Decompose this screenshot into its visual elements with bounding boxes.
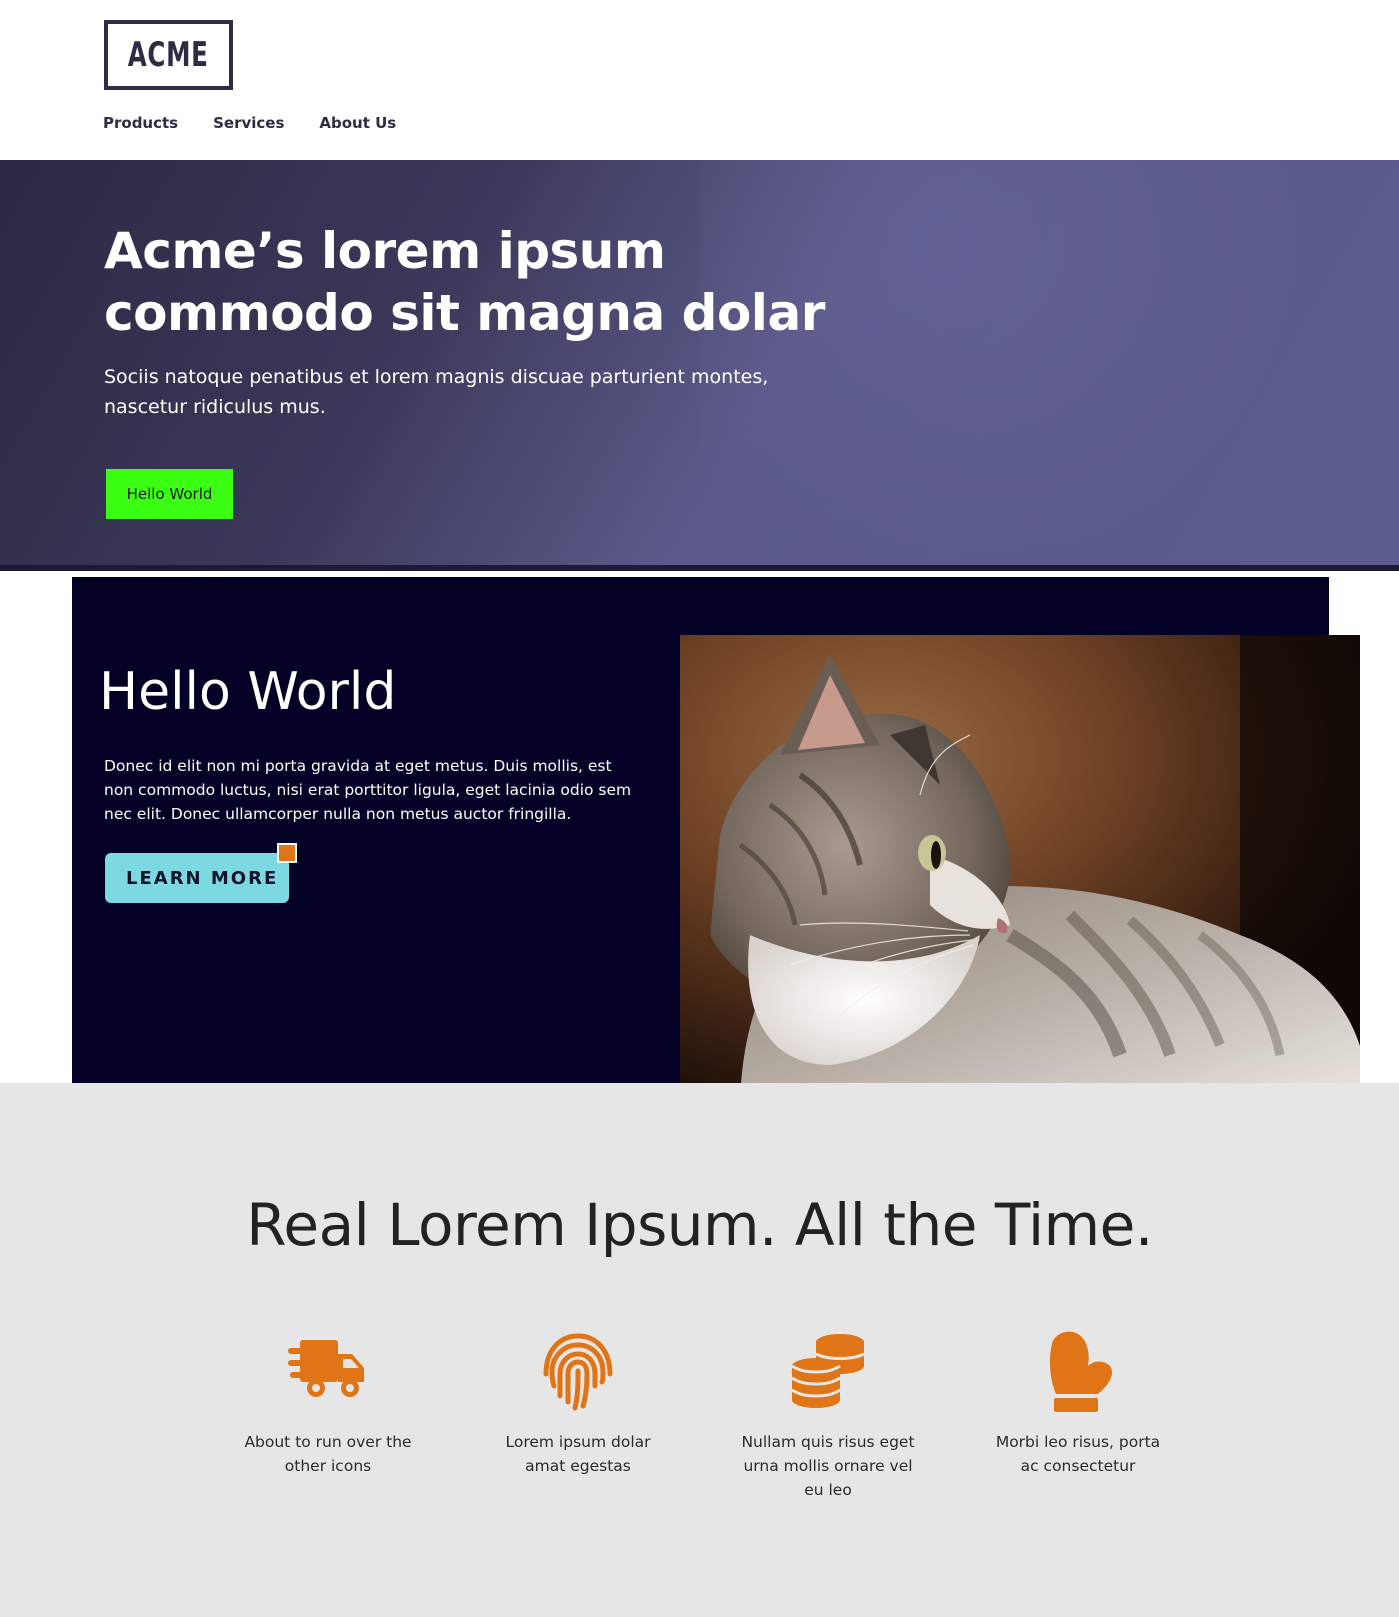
benefit-item: About to run over the other icons bbox=[238, 1330, 418, 1478]
delivery-truck-icon bbox=[288, 1340, 364, 1397]
selection-handle[interactable] bbox=[277, 843, 297, 863]
learn-more-button[interactable]: LEARN MORE bbox=[105, 853, 289, 903]
site-header: ACME Products Services About Us bbox=[0, 0, 1399, 160]
hero-title: Acme’s lorem ipsum commodo sit magna dol… bbox=[104, 222, 825, 342]
feature-text: Donec id elit non mi porta gravida at eg… bbox=[104, 757, 632, 823]
hero-subtitle: Sociis natoque penatibus et lorem magnis… bbox=[104, 366, 769, 418]
benefits-section bbox=[0, 1083, 1399, 1617]
benefit-label: Nullam quis risus eget urna mollis ornar… bbox=[741, 1433, 915, 1499]
hero-divider bbox=[0, 565, 1399, 571]
acme-logo[interactable]: ACME bbox=[104, 20, 233, 90]
fingerprint-icon bbox=[543, 1333, 613, 1411]
hello-world-button[interactable]: Hello World bbox=[106, 469, 233, 519]
coins-icon bbox=[791, 1334, 865, 1408]
section-title: Real Lorem Ipsum. All the Time. bbox=[246, 1191, 1153, 1259]
hero-section: Acme’s lorem ipsum commodo sit magna dol… bbox=[0, 160, 1399, 571]
benefit-label: Lorem ipsum dolar amat egestas bbox=[505, 1433, 651, 1475]
nav-item-about-us[interactable]: About Us bbox=[319, 114, 396, 132]
nav-item-products[interactable]: Products bbox=[103, 114, 178, 132]
mitten-icon bbox=[1049, 1331, 1113, 1412]
nav-item-services[interactable]: Services bbox=[213, 114, 284, 132]
benefit-label: Morbi leo risus, porta ac consectetur bbox=[995, 1433, 1161, 1475]
cat-photo bbox=[680, 635, 1360, 1115]
main-nav: Products Services About Us bbox=[103, 114, 431, 132]
benefit-label: About to run over the other icons bbox=[244, 1433, 412, 1475]
benefit-item: Lorem ipsum dolar amat egestas bbox=[488, 1330, 668, 1478]
benefit-item: Nullam quis risus eget urna mollis ornar… bbox=[738, 1330, 918, 1502]
benefit-item: Morbi leo risus, porta ac consectetur bbox=[988, 1330, 1168, 1478]
logo-text: ACME bbox=[128, 35, 209, 75]
feature-title: Hello World bbox=[99, 662, 397, 722]
